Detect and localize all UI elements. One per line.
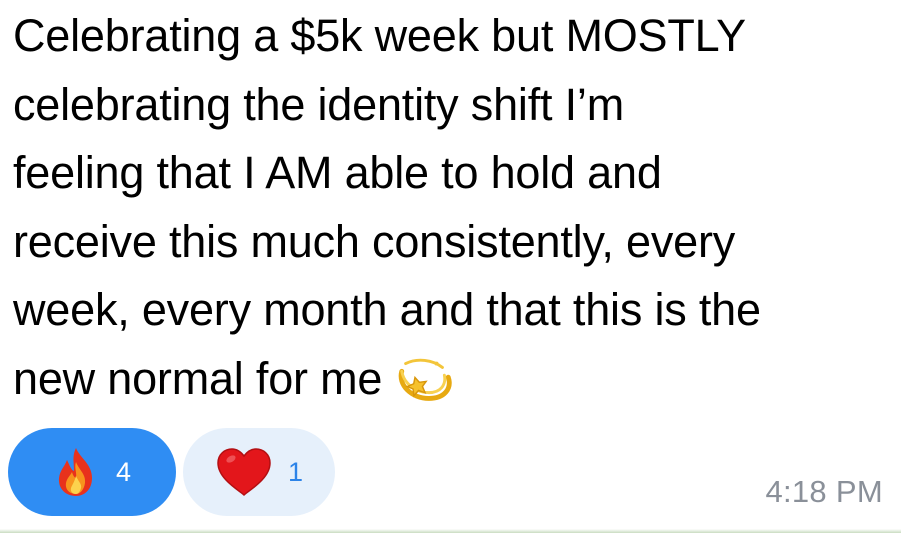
- message-timestamp: 4:18 PM: [765, 474, 883, 509]
- message-line: receive this much consistently, every: [13, 215, 736, 267]
- message-bubble[interactable]: Celebrating a $5k week but MOSTLY celebr…: [0, 0, 901, 533]
- message-line: Celebrating a $5k week but MOSTLY: [13, 10, 746, 61]
- message-line: feeling that I AM able to hold and: [13, 147, 662, 198]
- dizzy-star-emoji-icon: [394, 350, 456, 412]
- reaction-fire-count: 4: [116, 456, 132, 487]
- reaction-heart-button[interactable]: 1: [183, 428, 335, 516]
- bubble-bottom-edge: [0, 529, 901, 533]
- fire-emoji-icon: [52, 446, 100, 498]
- reaction-heart-count: 1: [288, 456, 304, 487]
- reaction-fire-button[interactable]: 4: [8, 428, 176, 516]
- message-line: celebrating the identity shift I’m: [13, 78, 625, 130]
- message-line: week, every month and that this is the: [13, 284, 761, 335]
- message-line-last: new normal for me: [13, 345, 893, 414]
- message-line: new normal for me: [13, 352, 383, 404]
- message-text: Celebrating a $5k week but MOSTLY celebr…: [13, 2, 893, 413]
- red-heart-emoji-icon: [216, 447, 272, 497]
